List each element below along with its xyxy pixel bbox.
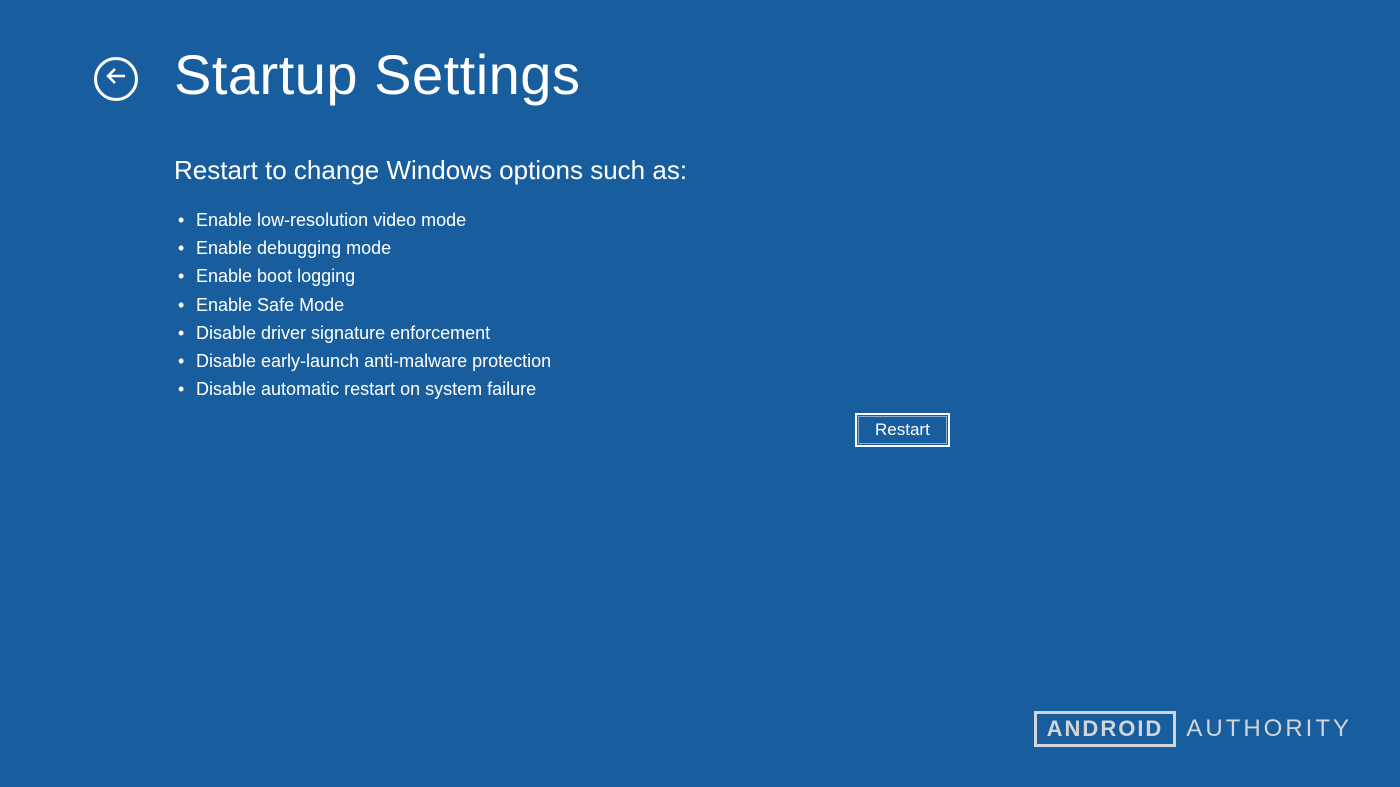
restart-button[interactable]: Restart [855,413,950,447]
back-button[interactable] [94,57,138,101]
list-item: Enable debugging mode [196,236,1400,261]
list-item: Enable boot logging [196,264,1400,289]
list-item: Disable automatic restart on system fail… [196,377,1400,402]
list-item: Enable low-resolution video mode [196,208,1400,233]
page-title: Startup Settings [174,42,580,107]
watermark-box-text: ANDROID [1034,711,1177,747]
list-item: Enable Safe Mode [196,293,1400,318]
back-arrow-icon [104,64,128,93]
watermark: ANDROID AUTHORITY [1034,711,1352,747]
list-item: Disable early-launch anti-malware protec… [196,349,1400,374]
watermark-plain-text: AUTHORITY [1186,715,1352,743]
options-list: Enable low-resolution video mode Enable … [174,208,1400,402]
list-item: Disable driver signature enforcement [196,321,1400,346]
subtitle: Restart to change Windows options such a… [174,155,1400,186]
